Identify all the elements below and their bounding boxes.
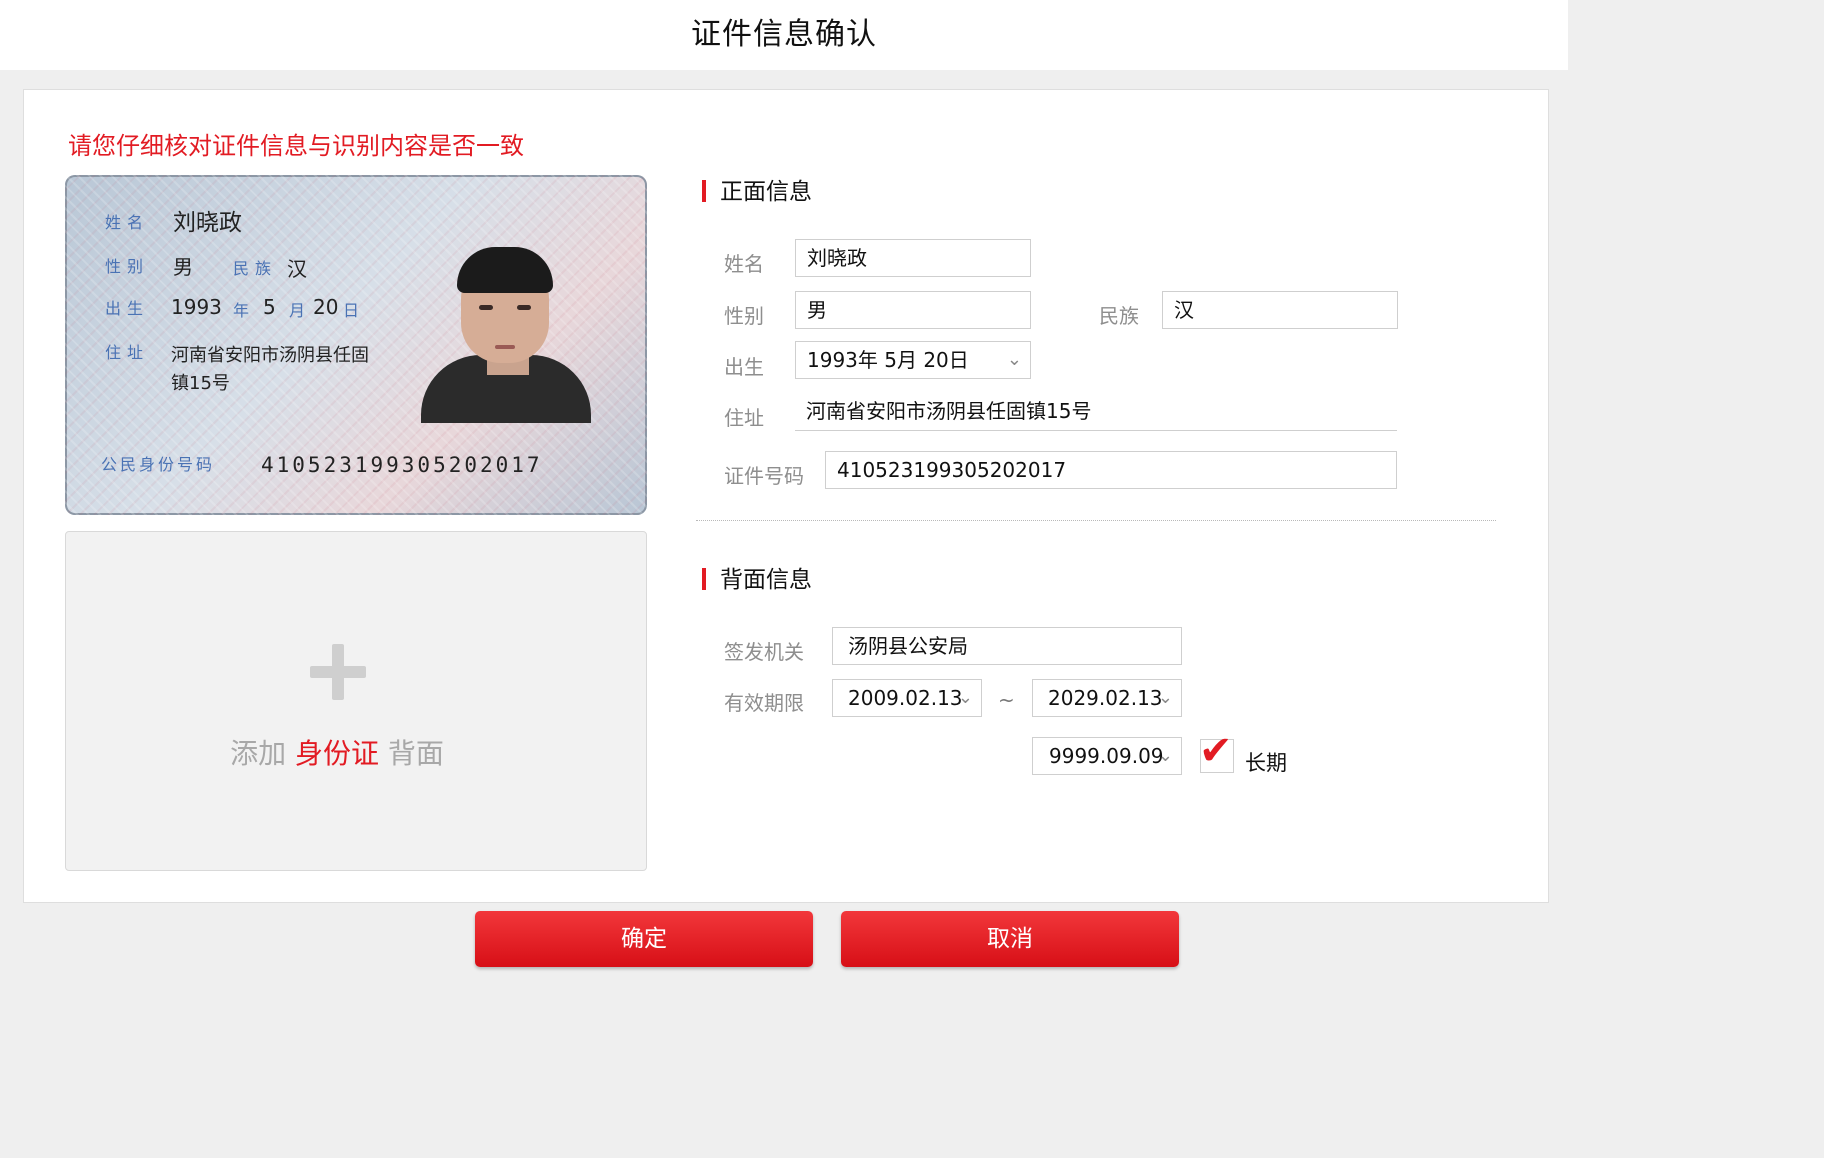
plus-icon	[310, 644, 366, 700]
address-label: 住址	[724, 406, 764, 430]
card-gender-value: 男	[173, 255, 193, 279]
upload-suffix: 背面	[387, 737, 444, 770]
validity-start-value: 2009.02.13	[848, 686, 963, 710]
card-address-line2: 镇15号	[171, 373, 230, 394]
upload-text: 添加 身份证 背面	[66, 732, 608, 772]
card-ethnicity-value: 汉	[287, 257, 307, 281]
birth-date-value: 1993年 5月 20日	[807, 348, 969, 372]
chevron-down-icon: ⌄	[957, 687, 973, 708]
card-birth-month-unit: 月	[289, 301, 312, 320]
section-divider	[696, 520, 1496, 521]
gender-label: 性别	[724, 304, 764, 328]
back-section-title-text: 背面信息	[720, 567, 812, 593]
upload-highlight: 身份证	[294, 737, 379, 770]
back-section-title: 背面信息	[702, 560, 812, 594]
validity-end-value: 2029.02.13	[1048, 686, 1163, 710]
validity-label: 有效期限	[724, 691, 804, 715]
portrait-hair	[457, 247, 553, 293]
birth-date-select[interactable]: 1993年 5月 20日 ⌄	[795, 341, 1031, 379]
ethnicity-label: 民族	[1099, 304, 1139, 328]
card-ethnicity-label: 民族	[233, 259, 278, 278]
portrait-right-eye	[517, 305, 531, 310]
card-birth-year-unit: 年	[233, 301, 256, 320]
validity-start-select[interactable]: 2009.02.13 ⌄	[832, 679, 982, 717]
gender-input[interactable]: 男	[795, 291, 1031, 329]
section-marker	[702, 568, 706, 590]
authority-input[interactable]: 汤阴县公安局	[832, 627, 1182, 665]
checkmark-icon: ✔	[1199, 728, 1233, 774]
main-card: 请您仔细核对证件信息与识别内容是否一致 姓名 刘晓政 性别 男 民族 汉 出生 …	[23, 89, 1549, 903]
card-birth-label: 出生	[105, 299, 150, 318]
confirm-button[interactable]: 确定	[475, 911, 813, 967]
name-input[interactable]: 刘晓政	[795, 239, 1031, 277]
id-number-label: 证件号码	[724, 464, 804, 488]
ethnicity-input[interactable]: 汉	[1162, 291, 1398, 329]
portrait-photo	[421, 221, 591, 423]
card-address-label: 住址	[105, 343, 150, 362]
validity-end-select[interactable]: 2029.02.13 ⌄	[1032, 679, 1182, 717]
front-section-title: 正面信息	[702, 172, 812, 206]
card-birth-year: 1993	[171, 295, 222, 319]
birth-label: 出生	[724, 355, 764, 379]
card-gender-label: 性别	[105, 257, 150, 276]
chevron-down-icon: ⌄	[1006, 349, 1022, 370]
upload-prefix: 添加	[230, 737, 287, 770]
card-address-line1: 河南省安阳市汤阴县任固	[171, 345, 369, 366]
front-section-title-text: 正面信息	[720, 179, 812, 205]
card-birth-day: 20	[313, 295, 339, 319]
address-input[interactable]: 河南省安阳市汤阴县任固镇15号	[795, 393, 1397, 431]
portrait-mouth	[495, 345, 515, 349]
card-birth-month: 5	[263, 295, 276, 319]
cancel-button[interactable]: 取消	[841, 911, 1179, 967]
card-id-number-label: 公民身份号码	[101, 455, 216, 474]
long-term-date-select[interactable]: 9999.09.09 ⌄	[1032, 737, 1182, 775]
name-label: 姓名	[724, 252, 764, 276]
card-name-label: 姓名	[105, 213, 150, 232]
upload-id-back[interactable]: 添加 身份证 背面	[65, 531, 647, 871]
date-separator: ~	[998, 688, 1015, 712]
long-term-date-value: 9999.09.09	[1049, 744, 1164, 768]
id-card-front-image[interactable]: 姓名 刘晓政 性别 男 民族 汉 出生 1993 年 5 月 20 日 住址 河…	[65, 175, 647, 515]
page-title: 证件信息确认	[691, 17, 877, 52]
card-id-number-value: 410523199305202017	[261, 453, 543, 477]
card-name-value: 刘晓政	[173, 210, 242, 236]
header: 证件信息确认	[0, 0, 1568, 70]
long-term-checkbox[interactable]: ✔	[1199, 728, 1234, 774]
chevron-down-icon: ⌄	[1157, 687, 1173, 708]
portrait-left-eye	[479, 305, 493, 310]
authority-label: 签发机关	[724, 640, 804, 664]
long-term-label: 长期	[1245, 751, 1287, 775]
notice-text: 请您仔细核对证件信息与识别内容是否一致	[68, 132, 524, 160]
chevron-down-icon: ⌄	[1157, 745, 1173, 766]
section-marker	[702, 180, 706, 202]
id-number-input[interactable]: 410523199305202017	[825, 451, 1397, 489]
card-birth-day-unit: 日	[343, 301, 366, 320]
